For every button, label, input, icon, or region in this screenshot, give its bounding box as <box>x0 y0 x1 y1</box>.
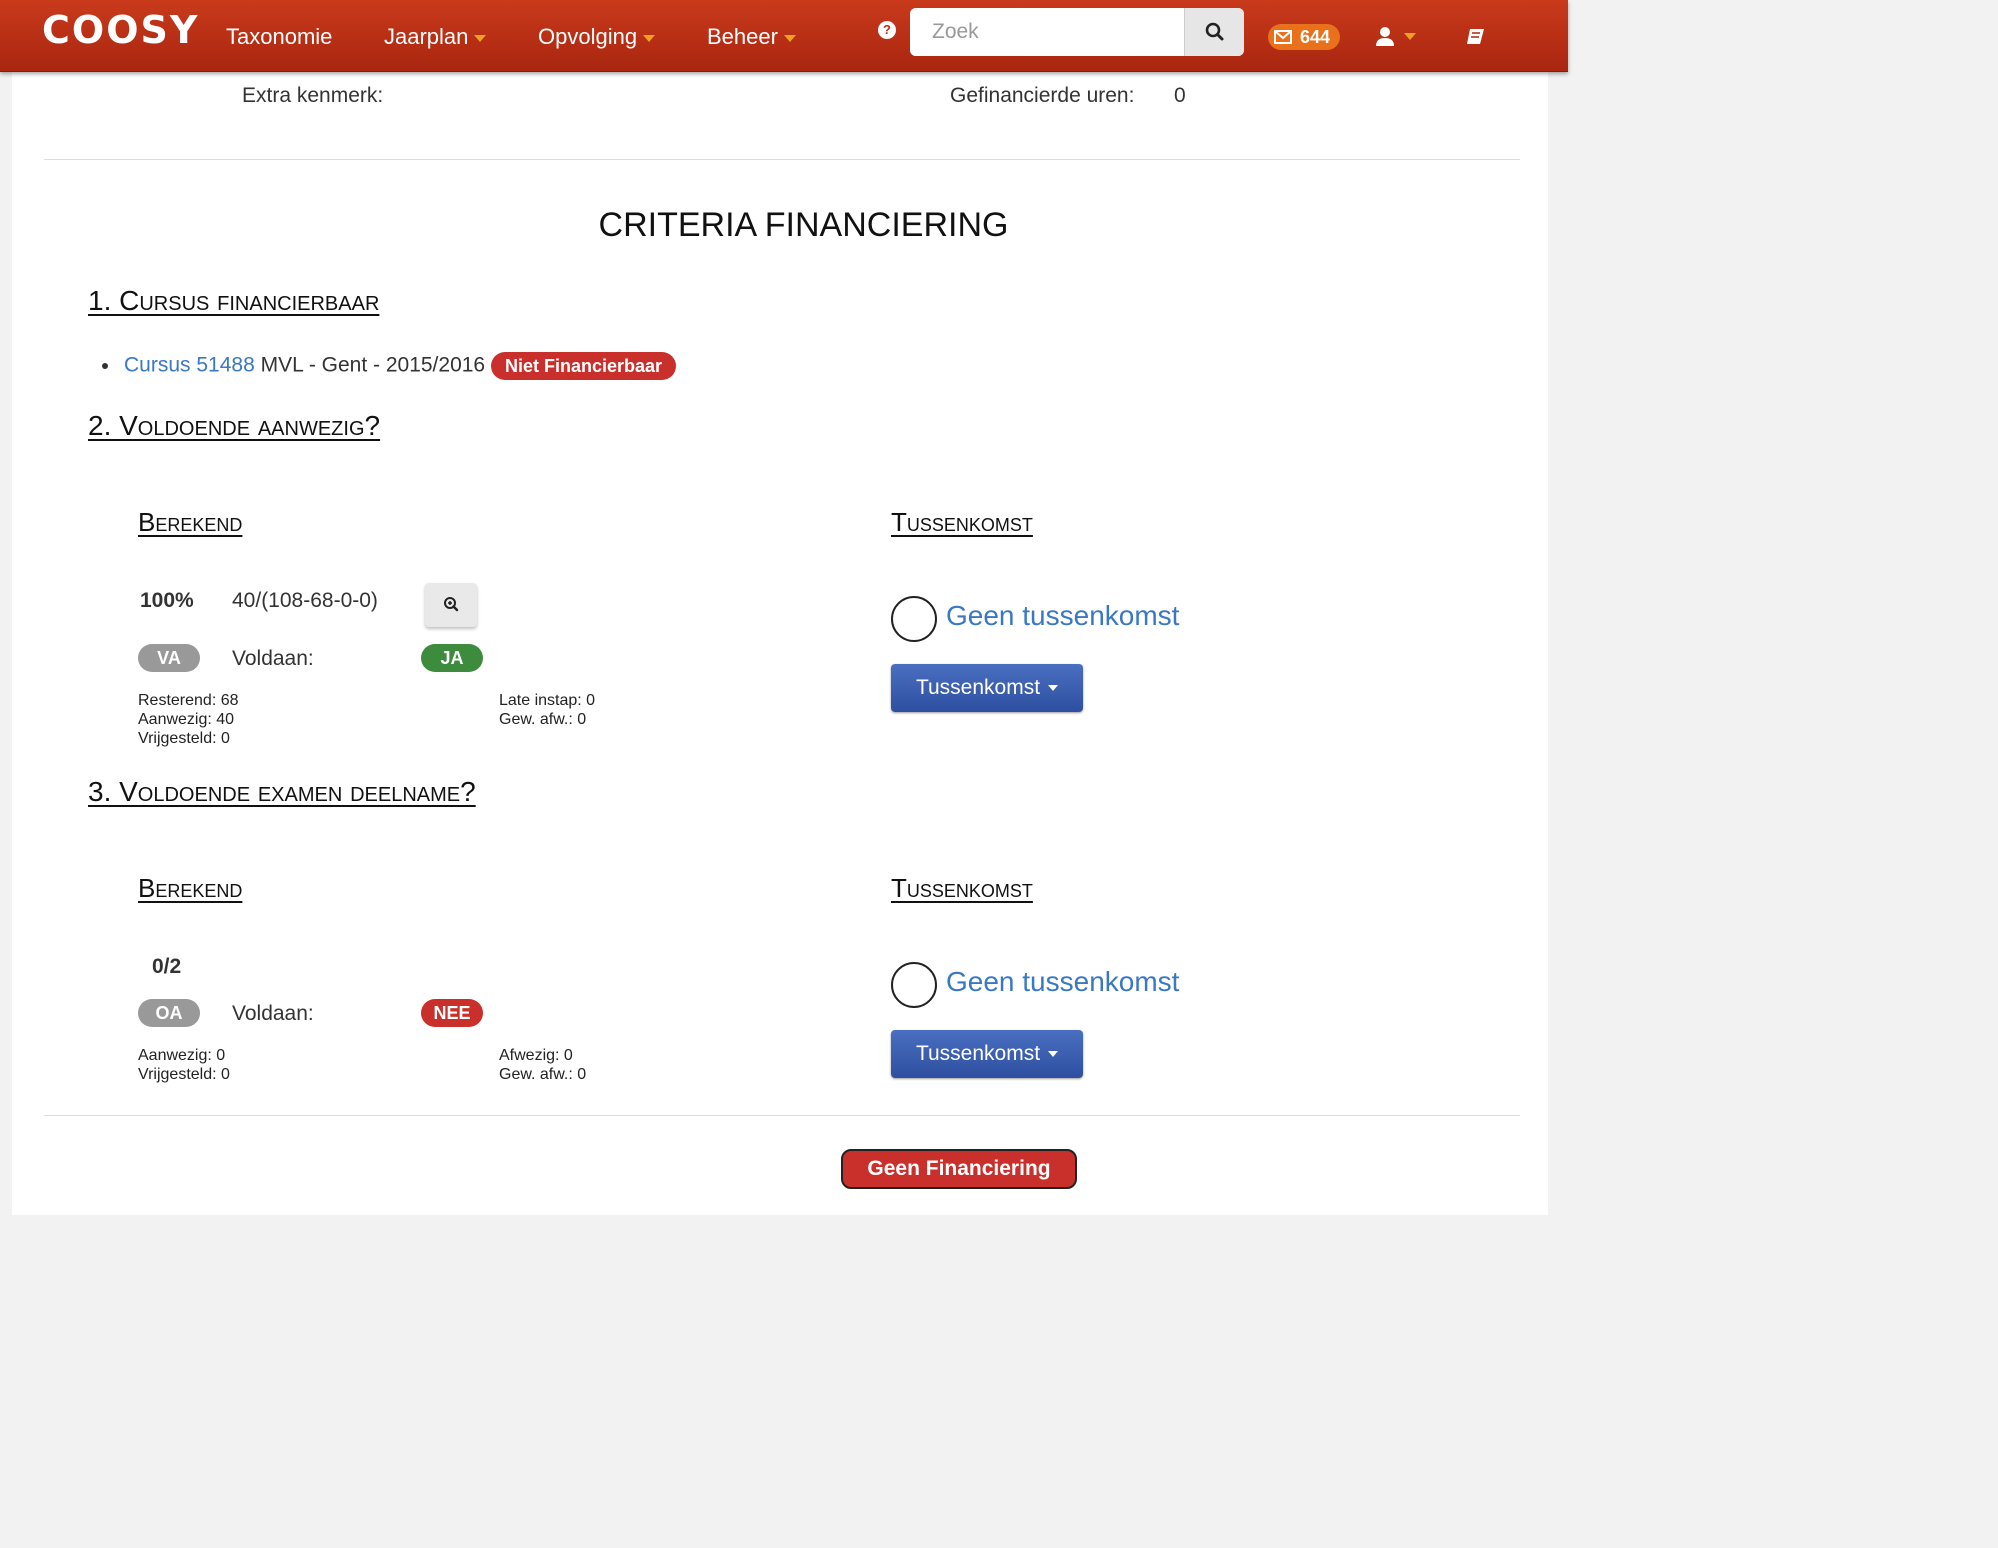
chevron-down-icon <box>474 34 487 42</box>
nav-jaarplan-label: Jaarplan <box>384 24 469 49</box>
page-title: CRITERIA FINANCIERING <box>598 206 1009 244</box>
mail-notifications[interactable]: 644 <box>1268 24 1341 50</box>
code-badge-oa: OA <box>138 999 200 1027</box>
attendance-stats-left: Resterend: 68 Aanwezig: 40 Vrijgesteld: … <box>138 691 239 748</box>
stat-resterend: Resterend: 68 <box>138 692 239 709</box>
nav-jaarplan[interactable]: Jaarplan <box>384 24 487 50</box>
tussenkomst-dropdown-button[interactable]: Tussenkomst <box>891 664 1083 712</box>
attendance-stats-right: Late instap: 0 Gew. afw.: 0 <box>499 691 595 729</box>
search-box <box>910 8 1244 56</box>
coosy-logo[interactable]: COOSY <box>42 8 199 52</box>
tussenkomst-dropdown-button[interactable]: Tussenkomst <box>891 1030 1083 1078</box>
section-heading-voldoende-aanwezig: 2. Voldoende aanwezig? <box>88 410 381 441</box>
section-heading-cursus-financierbaar: 1. Cursus financierbaar <box>88 285 380 316</box>
nav-opvolging[interactable]: Opvolging <box>538 24 656 50</box>
book-icon[interactable] <box>1466 27 1486 52</box>
status-badge-niet-financierbaar: Niet Financierbaar <box>490 352 677 380</box>
voldaan-label: Voldaan: <box>232 1002 314 1025</box>
attendance-formula: 40/(108-68-0-0) <box>232 589 378 612</box>
user-menu[interactable] <box>1376 26 1416 53</box>
berekend-heading: Berekend <box>138 873 243 903</box>
stat-afwezig: Afwezig: 0 <box>499 1047 573 1064</box>
chevron-down-icon <box>783 34 796 42</box>
geen-tussenkomst-label[interactable]: Geen tussenkomst <box>946 600 1179 632</box>
mail-icon <box>1274 30 1292 44</box>
geen-tussenkomst-label[interactable]: Geen tussenkomst <box>946 966 1179 998</box>
stat-late-instap: Late instap: 0 <box>499 692 596 709</box>
code-badge-va: VA <box>138 644 200 672</box>
nav-taxonomie[interactable]: Taxonomie <box>226 24 332 50</box>
divider <box>44 159 1520 160</box>
radio-geen-tussenkomst[interactable] <box>891 596 937 642</box>
caret-down-icon <box>1048 685 1059 692</box>
stat-aanwezig: Aanwezig: 0 <box>138 1047 226 1064</box>
tussenkomst-heading: Tussenkomst <box>891 507 1033 537</box>
stat-aanwezig: Aanwezig: 40 <box>138 711 235 728</box>
tussenkomst-button-label: Tussenkomst <box>915 1042 1041 1065</box>
help-icon[interactable]: ? <box>878 21 896 39</box>
user-icon <box>1376 27 1394 46</box>
main-panel: Extra kenmerk: Gefinancierde uren: 0 CRI… <box>12 72 1548 1215</box>
tussenkomst-button-label: Tussenkomst <box>915 676 1041 699</box>
nav-opvolging-label: Opvolging <box>538 24 638 49</box>
gefinancierde-uren-label: Gefinancierde uren: <box>950 84 1135 107</box>
section-heading-voldoende-examen: 3. Voldoende examen deelname? <box>88 776 476 807</box>
search-input[interactable] <box>910 8 1184 56</box>
radio-geen-tussenkomst[interactable] <box>891 962 937 1008</box>
voldaan-label: Voldaan: <box>232 647 314 670</box>
stat-vrijgesteld: Vrijgesteld: 0 <box>138 730 230 747</box>
tussenkomst-heading: Tussenkomst <box>891 873 1033 903</box>
course-link[interactable]: Cursus 51488 <box>124 354 255 377</box>
divider <box>44 1115 1520 1116</box>
nav-taxonomie-label: Taxonomie <box>226 24 333 49</box>
berekend-heading: Berekend <box>138 507 243 537</box>
result-badge-nee: NEE <box>421 999 483 1027</box>
search-icon <box>1205 22 1224 41</box>
stat-vrijgesteld: Vrijgesteld: 0 <box>138 1066 230 1083</box>
exam-score: 0/2 <box>152 955 182 978</box>
exam-stats-left: Aanwezig: 0 Vrijgesteld: 0 <box>138 1046 230 1084</box>
extra-kenmerk-label: Extra kenmerk: <box>242 84 384 107</box>
course-details: MVL - Gent - 2015/2016 <box>260 353 486 377</box>
nav-beheer[interactable]: Beheer <box>707 24 796 50</box>
stat-gew-afw: Gew. afw.: 0 <box>499 1066 587 1083</box>
zoom-button[interactable] <box>425 583 477 627</box>
attendance-percentage: 100% <box>140 589 194 612</box>
search-button[interactable] <box>1184 8 1244 56</box>
exam-stats-right: Afwezig: 0 Gew. afw.: 0 <box>499 1046 586 1084</box>
zoom-icon <box>444 597 459 612</box>
chevron-down-icon <box>643 34 656 42</box>
mail-count: 644 <box>1300 27 1331 47</box>
stat-gew-afw: Gew. afw.: 0 <box>499 711 587 728</box>
course-list-item: Cursus 51488 MVL - Gent - 2015/2016 Niet… <box>102 352 677 380</box>
caret-down-icon <box>1048 1051 1059 1058</box>
bullet <box>102 363 108 369</box>
nav-beheer-label: Beheer <box>707 24 778 49</box>
result-badge-ja: JA <box>421 644 483 672</box>
geen-financiering-button[interactable]: Geen Financiering <box>841 1149 1077 1189</box>
top-navbar: COOSY Taxonomie Jaarplan Opvolging Behee… <box>0 0 1568 72</box>
gefinancierde-uren-value: 0 <box>1174 84 1186 107</box>
chevron-down-icon <box>1404 33 1416 40</box>
